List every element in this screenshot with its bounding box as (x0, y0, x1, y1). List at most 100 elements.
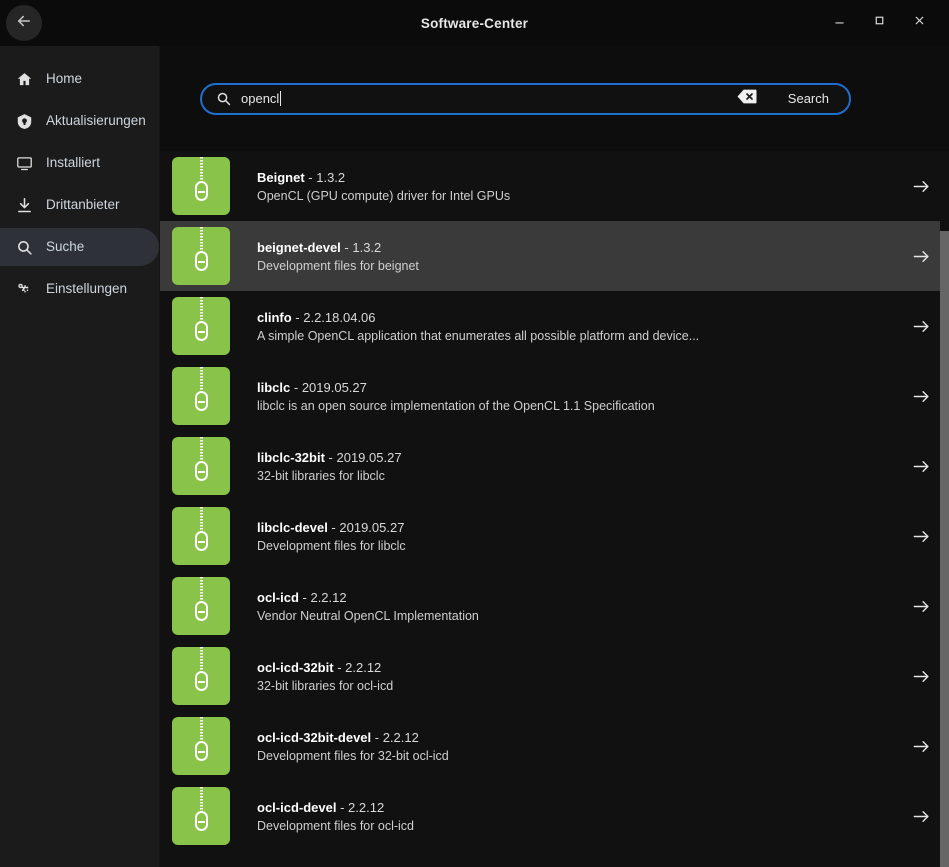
result-text: ocl-icd - 2.2.12 Vendor Neutral OpenCL I… (230, 590, 893, 623)
result-text: libclc - 2019.05.27 libclc is an open so… (230, 380, 893, 413)
package-version: 2019.05.27 (339, 520, 404, 535)
sidebar-item-label: Installiert (46, 156, 100, 170)
result-text: libclc-32bit - 2019.05.27 32-bit librari… (230, 450, 893, 483)
package-name: clinfo (257, 310, 292, 325)
result-text: ocl-icd-32bit - 2.2.12 32-bit libraries … (230, 660, 893, 693)
package-zipper-icon (172, 507, 230, 565)
result-row[interactable]: Beignet - 1.3.2 OpenCL (GPU compute) dri… (160, 151, 949, 221)
zipper-line (200, 787, 203, 814)
result-title: ocl-icd - 2.2.12 (257, 590, 893, 605)
zipper-pull (195, 461, 208, 481)
sidebar-item-einstellungen[interactable]: Einstellungen (0, 270, 159, 308)
package-version: 2.2.12 (348, 800, 384, 815)
zipper-line (200, 717, 203, 744)
package-description: OpenCL (GPU compute) driver for Intel GP… (257, 189, 893, 203)
search-icon (216, 91, 231, 106)
result-row[interactable]: beignet-devel - 1.3.2 Development files … (160, 221, 949, 291)
version-separator: - (371, 730, 383, 745)
version-separator: - (334, 660, 346, 675)
sidebar-item-drittanbieter[interactable]: Drittanbieter (0, 186, 159, 224)
updates-icon (14, 111, 34, 131)
package-description: A simple OpenCL application that enumera… (257, 329, 893, 343)
package-version: 1.3.2 (352, 240, 381, 255)
search-input[interactable]: opencl (202, 85, 772, 113)
version-separator: - (290, 380, 302, 395)
download-icon (14, 195, 34, 215)
window-controls (819, 3, 949, 43)
window-body: Home Aktualisierungen (0, 46, 949, 867)
package-zipper-icon (172, 227, 230, 285)
result-row[interactable]: ocl-icd-32bit - 2.2.12 32-bit libraries … (160, 641, 949, 711)
sidebar-item-label: Einstellungen (46, 282, 127, 296)
maximize-button[interactable] (859, 3, 899, 43)
package-description: 32-bit libraries for libclc (257, 469, 893, 483)
result-row[interactable]: libclc-32bit - 2019.05.27 32-bit librari… (160, 431, 949, 501)
result-row[interactable]: ocl-icd - 2.2.12 Vendor Neutral OpenCL I… (160, 571, 949, 641)
result-row[interactable]: libclc-devel - 2019.05.27 Development fi… (160, 501, 949, 571)
back-button[interactable] (6, 5, 42, 41)
result-title: libclc - 2019.05.27 (257, 380, 893, 395)
sidebar-item-suche[interactable]: Suche (0, 228, 159, 266)
result-title: libclc-devel - 2019.05.27 (257, 520, 893, 535)
package-name: Beignet (257, 170, 305, 185)
search-bar[interactable]: opencl (200, 83, 851, 115)
scrollbar-thumb[interactable] (940, 231, 949, 867)
search-bar-row: opencl (160, 46, 949, 151)
zipper-pull (195, 741, 208, 761)
title-bar: Software-Center (0, 0, 949, 46)
package-name: libclc-devel (257, 520, 328, 535)
package-zipper-icon (172, 437, 230, 495)
zipper-pull (195, 321, 208, 341)
search-input-value: opencl (241, 91, 726, 106)
zipper-pull (195, 391, 208, 411)
back-arrow-icon (15, 12, 33, 35)
sidebar-item-aktualisierungen[interactable]: Aktualisierungen (0, 102, 159, 140)
package-name: beignet-devel (257, 240, 341, 255)
zipper-line (200, 297, 203, 324)
zipper-line (200, 227, 203, 254)
zipper-pull (195, 251, 208, 271)
results-scrollbar[interactable] (940, 151, 949, 867)
sidebar-item-home[interactable]: Home (0, 60, 159, 98)
result-row[interactable]: libclc - 2019.05.27 libclc is an open so… (160, 361, 949, 431)
result-title: ocl-icd-32bit-devel - 2.2.12 (257, 730, 893, 745)
window-title: Software-Center (0, 0, 949, 46)
package-name: ocl-icd-32bit (257, 660, 334, 675)
result-row[interactable]: clinfo - 2.2.18.04.06 A simple OpenCL ap… (160, 291, 949, 361)
package-description: 32-bit libraries for ocl-icd (257, 679, 893, 693)
result-row[interactable]: ocl-icd-devel - 2.2.12 Development files… (160, 781, 949, 851)
version-separator: - (325, 450, 337, 465)
close-icon (913, 14, 926, 32)
version-separator: - (292, 310, 304, 325)
search-results-list: Beignet - 1.3.2 OpenCL (GPU compute) dri… (160, 151, 949, 867)
package-description: Development files for libclc (257, 539, 893, 553)
sidebar-item-label: Suche (46, 240, 84, 254)
zipper-pull (195, 811, 208, 831)
package-description: Vendor Neutral OpenCL Implementation (257, 609, 893, 623)
package-version: 1.3.2 (316, 170, 345, 185)
result-text: libclc-devel - 2019.05.27 Development fi… (230, 520, 893, 553)
clear-search-button[interactable] (736, 90, 758, 108)
minimize-button[interactable] (819, 3, 859, 43)
sidebar-item-installiert[interactable]: Installiert (0, 144, 159, 182)
zipper-pull (195, 181, 208, 201)
result-title: ocl-icd-devel - 2.2.12 (257, 800, 893, 815)
version-separator: - (299, 590, 311, 605)
sidebar-item-label: Home (46, 72, 82, 86)
package-zipper-icon (172, 647, 230, 705)
close-button[interactable] (899, 3, 939, 43)
version-separator: - (336, 800, 348, 815)
search-text: opencl (241, 91, 279, 106)
package-version: 2.2.12 (310, 590, 346, 605)
zipper-pull (195, 671, 208, 691)
package-version: 2.2.18.04.06 (303, 310, 375, 325)
version-separator: - (305, 170, 317, 185)
package-name: ocl-icd-32bit-devel (257, 730, 371, 745)
package-version: 2.2.12 (345, 660, 381, 675)
package-description: Development files for beignet (257, 259, 893, 273)
search-button[interactable]: Search (772, 85, 849, 113)
gear-icon (14, 279, 34, 299)
zipper-line (200, 437, 203, 464)
result-row[interactable]: ocl-icd-32bit-devel - 2.2.12 Development… (160, 711, 949, 781)
result-text: ocl-icd-32bit-devel - 2.2.12 Development… (230, 730, 893, 763)
